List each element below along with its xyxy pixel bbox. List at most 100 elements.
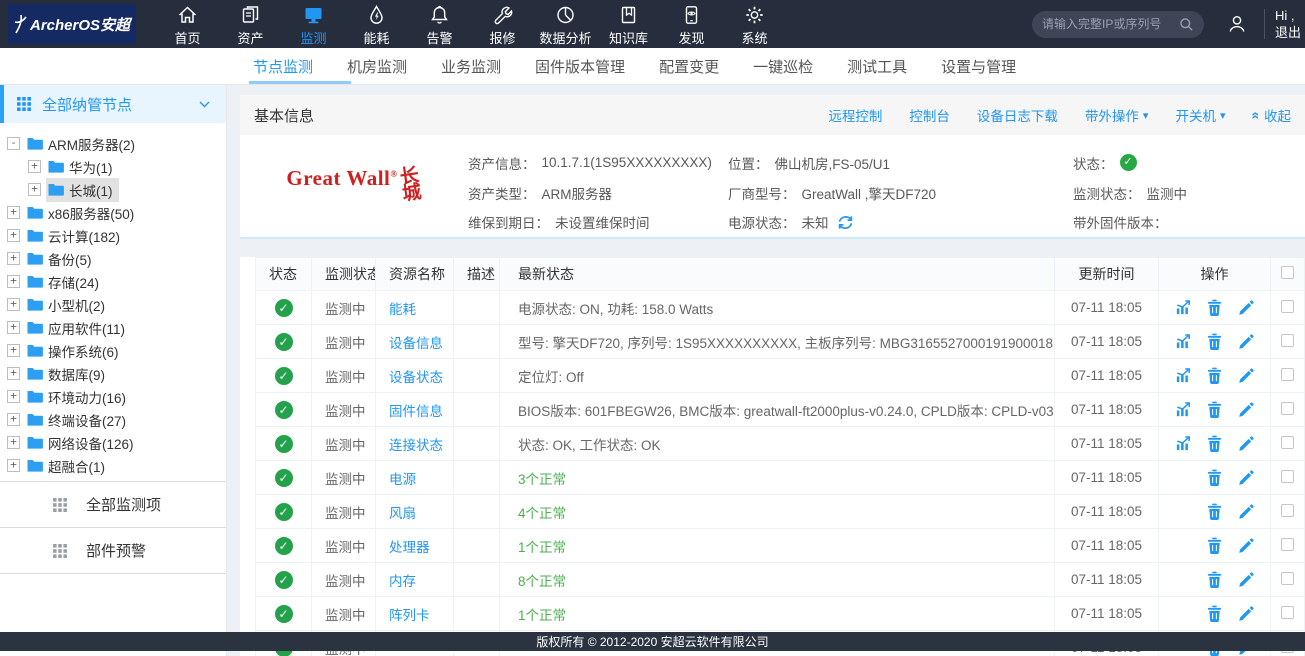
edit-button[interactable]: [1230, 529, 1261, 562]
device-log-download-link[interactable]: 设备日志下载: [977, 105, 1058, 125]
row-checkbox[interactable]: [1281, 334, 1294, 347]
tree-expand-toggle[interactable]: +: [7, 321, 20, 334]
app-logo[interactable]: ArcherOS安超: [8, 4, 136, 44]
tree-item-huawei[interactable]: + 华为(1): [7, 155, 226, 178]
edit-button[interactable]: [1230, 461, 1261, 494]
row-checkbox[interactable]: [1281, 402, 1294, 415]
tab-config-change[interactable]: 配置变更: [659, 48, 719, 84]
tree-expand-toggle[interactable]: +: [7, 275, 20, 288]
tree-item-minicomputer[interactable]: + 小型机(2): [7, 293, 226, 316]
delete-button[interactable]: [1199, 529, 1230, 562]
history-chart-button[interactable]: [1168, 427, 1199, 460]
select-all-checkbox[interactable]: [1281, 266, 1294, 279]
tree-expand-toggle[interactable]: +: [7, 459, 20, 472]
sidebar-item-all-monitoring-items[interactable]: 全部监测项: [0, 481, 226, 527]
edit-button[interactable]: [1230, 427, 1261, 460]
nav-item-system[interactable]: 系统: [723, 2, 786, 47]
resource-link[interactable]: 固件信息: [389, 404, 443, 419]
resource-link[interactable]: 设备信息: [389, 336, 443, 351]
resource-link[interactable]: 风扇: [389, 506, 416, 521]
delete-button[interactable]: [1199, 393, 1230, 426]
tree-item-x86-servers[interactable]: + x86服务器(50): [7, 201, 226, 224]
history-chart-button[interactable]: [1168, 325, 1199, 358]
tree-item-backup[interactable]: + 备份(5): [7, 247, 226, 270]
tree-item-operating-system[interactable]: + 操作系统(6): [7, 339, 226, 362]
tab-node-monitoring[interactable]: 节点监测: [253, 48, 313, 84]
tab-one-click-inspection[interactable]: 一键巡检: [753, 48, 813, 84]
tree-item-database[interactable]: + 数据库(9): [7, 362, 226, 385]
tree-expand-toggle[interactable]: +: [28, 160, 41, 173]
delete-button[interactable]: [1199, 597, 1230, 630]
tree-expand-toggle[interactable]: +: [7, 344, 20, 357]
tree-item-storage[interactable]: + 存储(24): [7, 270, 226, 293]
edit-button[interactable]: [1230, 359, 1261, 392]
nav-item-repair[interactable]: 报修: [471, 2, 534, 47]
delete-button[interactable]: [1199, 325, 1230, 358]
tab-test-tools[interactable]: 测试工具: [847, 48, 907, 84]
resource-link[interactable]: 设备状态: [389, 370, 443, 385]
nav-item-alarm[interactable]: 告警: [408, 2, 471, 47]
tree-item-arm-servers[interactable]: - ARM服务器(2): [7, 132, 226, 155]
tree-item-greatwall[interactable]: + 长城(1): [7, 178, 226, 201]
tree-expand-toggle[interactable]: +: [7, 436, 20, 449]
row-checkbox[interactable]: [1281, 504, 1294, 517]
tree-item-environment-power[interactable]: + 环境动力(16): [7, 385, 226, 408]
resource-link[interactable]: 阵列卡: [389, 608, 430, 623]
tree-expand-toggle[interactable]: +: [7, 229, 20, 242]
tree-expand-toggle[interactable]: +: [7, 298, 20, 311]
refresh-power-state-button[interactable]: [837, 214, 854, 231]
logout-button[interactable]: 退出: [1275, 24, 1305, 41]
nav-item-monitoring[interactable]: 监测: [282, 2, 345, 47]
tree-expand-toggle[interactable]: +: [7, 206, 20, 219]
delete-button[interactable]: [1199, 359, 1230, 392]
delete-button[interactable]: [1199, 291, 1230, 324]
resource-link[interactable]: 内存: [389, 574, 416, 589]
resource-link[interactable]: 电源: [389, 472, 416, 487]
delete-button[interactable]: [1199, 563, 1230, 596]
row-checkbox[interactable]: [1281, 606, 1294, 619]
tree-expand-toggle[interactable]: +: [7, 367, 20, 380]
tab-firmware-management[interactable]: 固件版本管理: [535, 48, 625, 84]
tree-item-network-devices[interactable]: + 网络设备(126): [7, 431, 226, 454]
delete-button[interactable]: [1199, 461, 1230, 494]
tree-item-hyperconverged[interactable]: + 超融合(1): [7, 454, 226, 477]
tab-business-monitoring[interactable]: 业务监测: [441, 48, 501, 84]
tree-expand-toggle[interactable]: +: [28, 183, 41, 196]
nav-item-home[interactable]: 首页: [156, 2, 219, 47]
oob-operations-dropdown[interactable]: 带外操作: [1085, 105, 1149, 125]
resource-link[interactable]: 处理器: [389, 540, 430, 555]
resource-link[interactable]: 连接状态: [389, 438, 443, 453]
edit-button[interactable]: [1230, 393, 1261, 426]
nav-item-energy[interactable]: 能耗: [345, 2, 408, 47]
tree-expand-toggle[interactable]: +: [7, 390, 20, 403]
history-chart-button[interactable]: [1168, 359, 1199, 392]
sidebar-header-all-nodes[interactable]: 全部纳管节点: [0, 85, 226, 123]
row-checkbox[interactable]: [1281, 300, 1294, 313]
tree-expand-toggle[interactable]: +: [7, 252, 20, 265]
edit-button[interactable]: [1230, 563, 1261, 596]
tree-item-terminal-devices[interactable]: + 终端设备(27): [7, 408, 226, 431]
history-chart-button[interactable]: [1168, 393, 1199, 426]
tree-collapse-toggle[interactable]: -: [7, 137, 20, 150]
nav-item-assets[interactable]: 资产: [219, 2, 282, 47]
resource-link[interactable]: 能耗: [389, 302, 416, 317]
nav-item-data-analysis[interactable]: 数据分析: [534, 2, 597, 47]
sidebar-item-component-alerts[interactable]: 部件预警: [0, 527, 226, 573]
delete-button[interactable]: [1199, 495, 1230, 528]
row-checkbox[interactable]: [1281, 572, 1294, 585]
edit-button[interactable]: [1230, 325, 1261, 358]
row-checkbox[interactable]: [1281, 470, 1294, 483]
edit-button[interactable]: [1230, 597, 1261, 630]
tab-room-monitoring[interactable]: 机房监测: [347, 48, 407, 84]
user-icon[interactable]: [1226, 13, 1248, 35]
search-input[interactable]: [1042, 17, 1179, 31]
edit-button[interactable]: [1230, 291, 1261, 324]
delete-button[interactable]: [1199, 427, 1230, 460]
edit-button[interactable]: [1230, 495, 1261, 528]
remote-control-link[interactable]: 远程控制: [828, 105, 882, 125]
console-link[interactable]: 控制台: [909, 105, 950, 125]
search-icon[interactable]: [1179, 17, 1194, 32]
tree-item-cloud-computing[interactable]: + 云计算(182): [7, 224, 226, 247]
history-chart-button[interactable]: [1168, 291, 1199, 324]
power-onoff-dropdown[interactable]: 开关机: [1175, 105, 1225, 125]
